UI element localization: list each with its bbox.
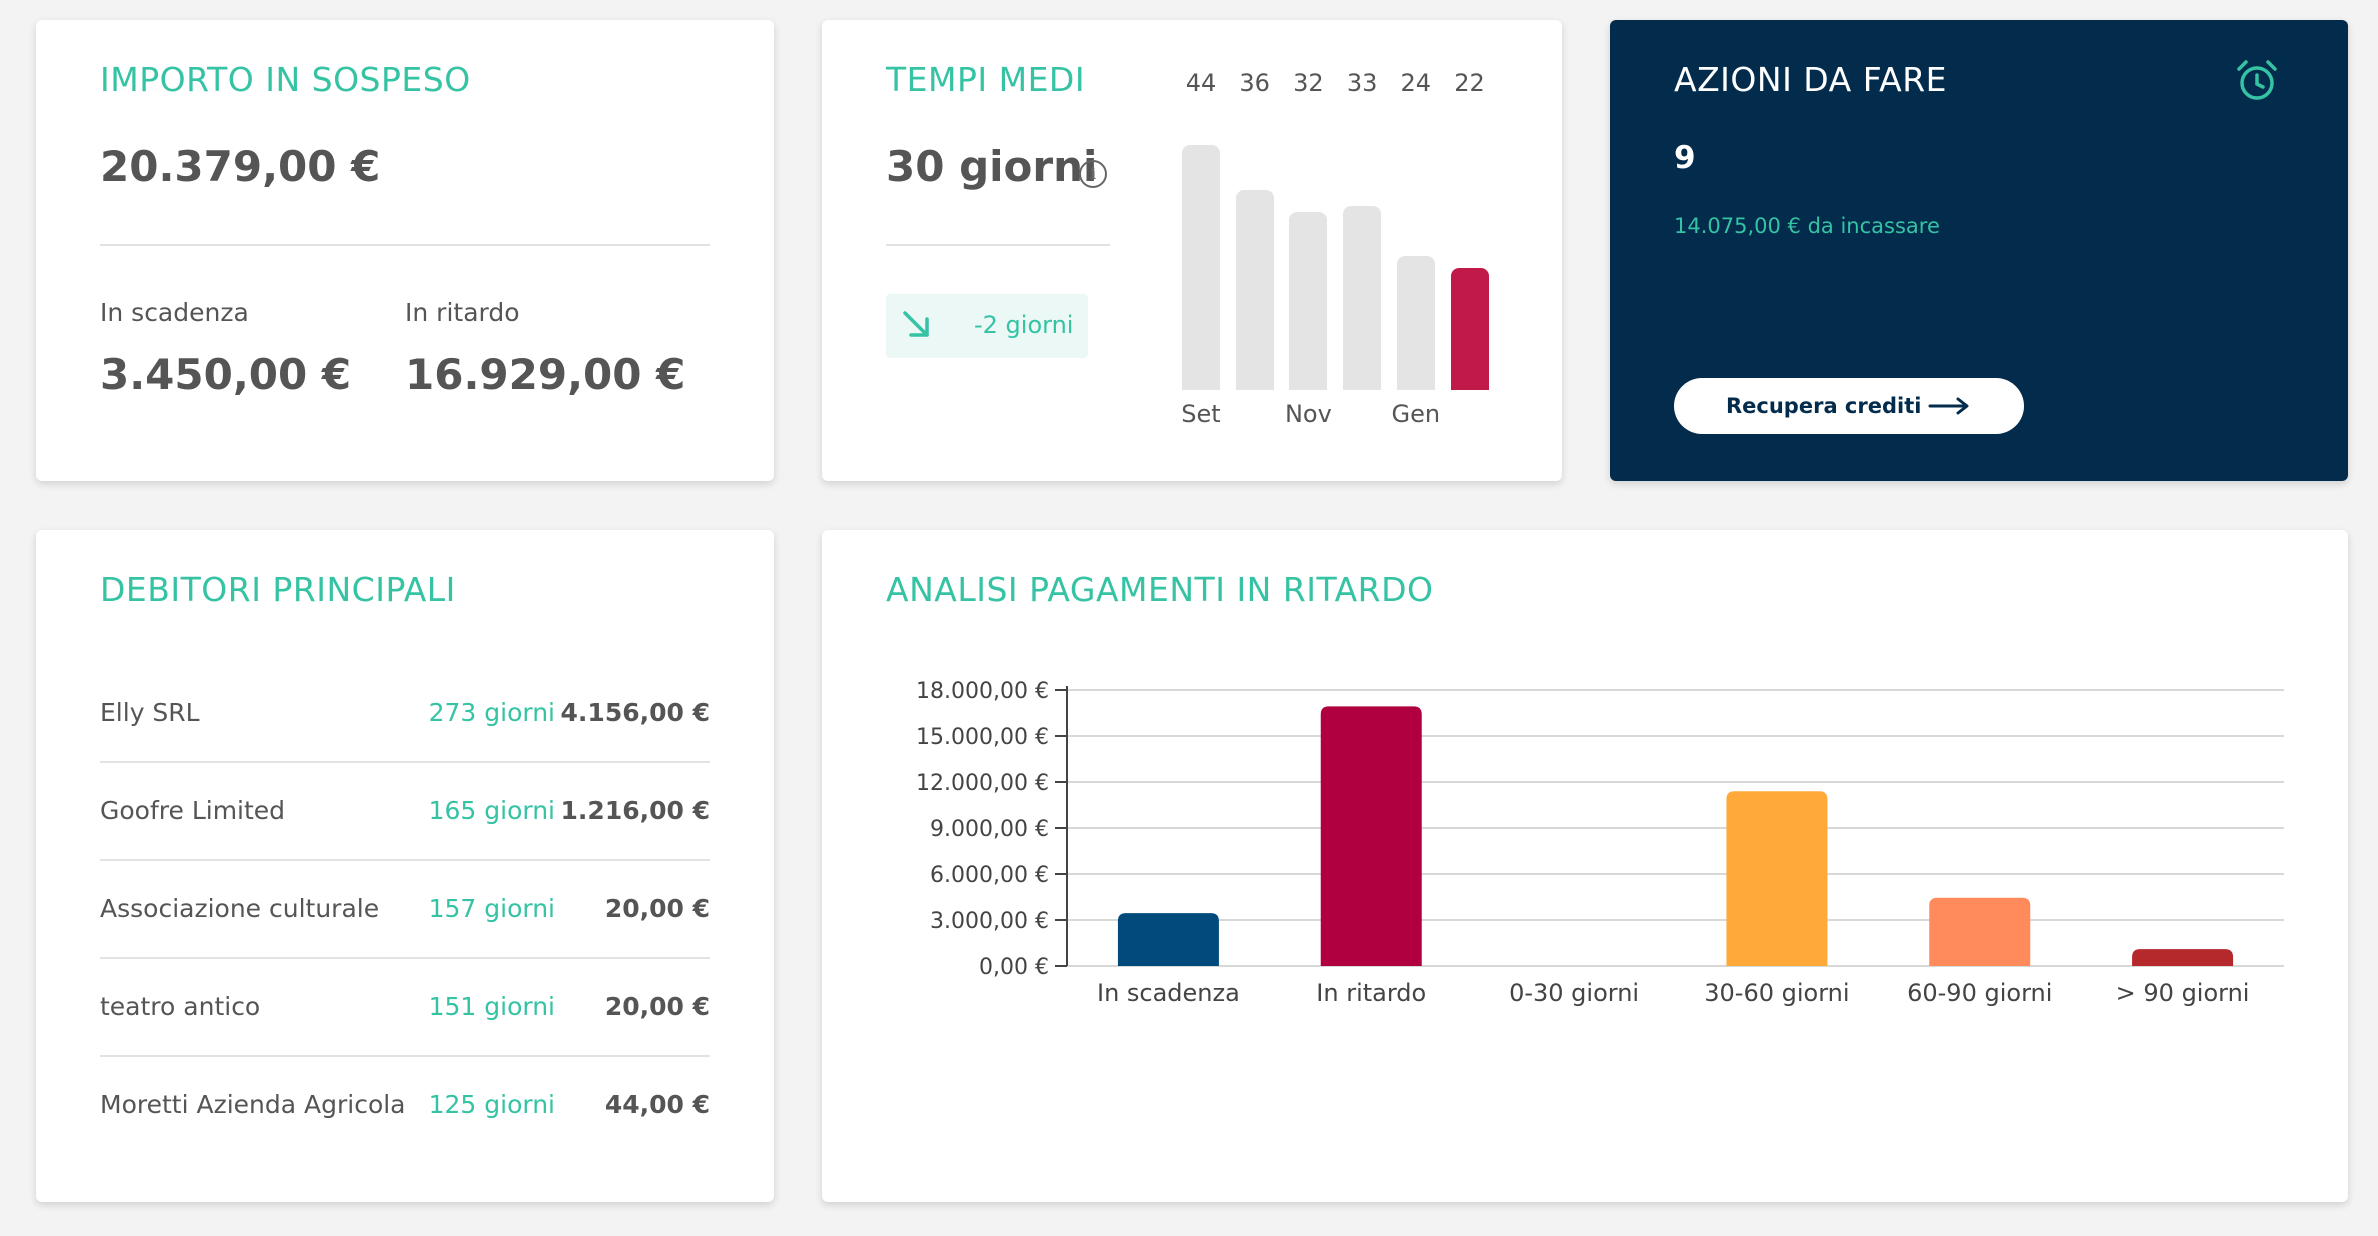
mini-chart-x-label: Nov [1284,400,1332,428]
debitore-name: Elly SRL [100,698,200,727]
info-icon[interactable]: i [1079,160,1107,188]
azioni-da-fare-card: AZIONI DA FARE 9 14.075,00 € da incassar… [1610,20,2348,481]
y-tick-label: 0,00 € [979,955,1049,980]
azioni-title: AZIONI DA FARE [1674,60,1947,99]
alarm-clock-icon[interactable] [2234,58,2280,104]
importo-total: 20.379,00 € [100,142,381,191]
mini-chart-bar [1450,267,1489,390]
y-tick-label: 9.000,00 € [930,817,1049,842]
in-scadenza-label: In scadenza [100,298,249,327]
recupera-crediti-button[interactable]: Recupera crediti [1674,378,2024,434]
mini-chart-bar [1182,145,1220,390]
arrow-down-right-icon [903,311,929,337]
chart-bar [1929,897,2031,966]
x-tick-label: 0-30 giorni [1509,979,1639,1007]
arrow-right-icon [1928,397,1969,415]
debitore-row[interactable]: Moretti Azienda Agricola 125 giorni 44,0… [100,1057,710,1155]
x-tick-label: In ritardo [1316,979,1426,1007]
debitore-days: 157 giorni [428,894,555,923]
y-tick-label: 3.000,00 € [930,909,1049,934]
mini-chart-value-label: 36 [1239,69,1270,97]
debitori-principali-card: DEBITORI PRINCIPALI Elly SRL 273 giorni … [36,530,774,1202]
debitore-row[interactable]: teatro antico 151 giorni 20,00 € [100,959,710,1057]
debitore-row[interactable]: Associazione culturale 157 giorni 20,00 … [100,861,710,959]
debitore-amount: 20,00 € [604,894,710,923]
debitore-days: 151 giorni [428,992,555,1021]
mini-chart-bar [1396,256,1435,390]
tempi-medi-value: 30 giorni [886,142,1098,191]
chart-bar [1117,913,1219,966]
mini-chart-value-label: 32 [1293,69,1324,97]
y-tick-label: 18.000,00 € [916,679,1049,704]
mini-chart-value-label: 33 [1346,69,1378,97]
debitore-days: 273 giorni [428,698,555,727]
x-tick-label: 60-90 giorni [1907,979,2052,1007]
mini-chart-bar [1343,206,1382,390]
chart-bar [1726,791,1828,966]
debitore-amount: 44,00 € [604,1090,710,1119]
debitore-amount: 4.156,00 € [560,698,710,727]
debitore-amount: 1.216,00 € [560,796,710,825]
in-ritardo-value: 16.929,00 € [405,350,686,399]
debitore-row[interactable]: Elly SRL 273 giorni 4.156,00 € [100,665,710,763]
debitore-name: Moretti Azienda Agricola [100,1090,406,1119]
y-tick-label: 12.000,00 € [916,771,1049,796]
x-tick-label: In scadenza [1097,979,1240,1007]
recupera-crediti-label: Recupera crediti [1726,394,1922,418]
mini-chart-x-label: Set [1181,400,1221,428]
debitori-title: DEBITORI PRINCIPALI [100,570,456,609]
divider [100,244,710,246]
tempi-medi-card: TEMPI MEDI 30 giorni i -2 giorni 44 Set 36… [822,20,1562,481]
importo-in-sospeso-card: IMPORTO IN SOSPESO 20.379,00 € In scaden… [36,20,774,481]
mini-chart-bar [1235,189,1274,390]
trend-text: -2 giorni [974,311,1074,339]
mini-chart-value-label: 44 [1185,69,1217,97]
debitore-name: Associazione culturale [100,894,380,923]
chart-bar [1320,706,1422,966]
y-tick-label: 15.000,00 € [916,725,1049,750]
azioni-subtitle: 14.075,00 € da incassare [1674,214,1940,238]
debitore-amount: 20,00 € [604,992,710,1021]
chart-bar [2132,949,2234,966]
mini-chart-bar [1289,211,1328,390]
analisi-pagamenti-card: ANALISI PAGAMENTI IN RITARDO 0,00 €3.000… [822,530,2348,1202]
debitore-days: 125 giorni [428,1090,555,1119]
trend-badge: -2 giorni [886,294,1088,358]
x-tick-label: 30-60 giorni [1704,979,1849,1007]
debitore-name: Goofre Limited [100,796,286,825]
in-ritardo-label: In ritardo [405,298,520,327]
y-tick-label: 6.000,00 € [930,863,1049,888]
debitore-name: teatro antico [100,992,261,1021]
in-scadenza-value: 3.450,00 € [100,350,352,399]
mini-chart-x-label: Gen [1391,400,1441,428]
mini-chart-value-label: 24 [1400,69,1432,97]
debitore-row[interactable]: Goofre Limited 165 giorni 1.216,00 € [100,763,710,861]
mini-chart-value-label: 22 [1454,69,1485,97]
x-tick-label: > 90 giorni [2116,979,2250,1007]
debitore-days: 165 giorni [428,796,555,825]
azioni-count: 9 [1674,140,1696,176]
tempi-medi-title: TEMPI MEDI [886,60,1086,99]
divider [886,244,1110,246]
analisi-bar-chart: 0,00 € 3.000,00 € 6.000,00 € 9.000,00 € 12.0… [916,679,2284,1007]
importo-title: IMPORTO IN SOSPESO [100,60,471,99]
